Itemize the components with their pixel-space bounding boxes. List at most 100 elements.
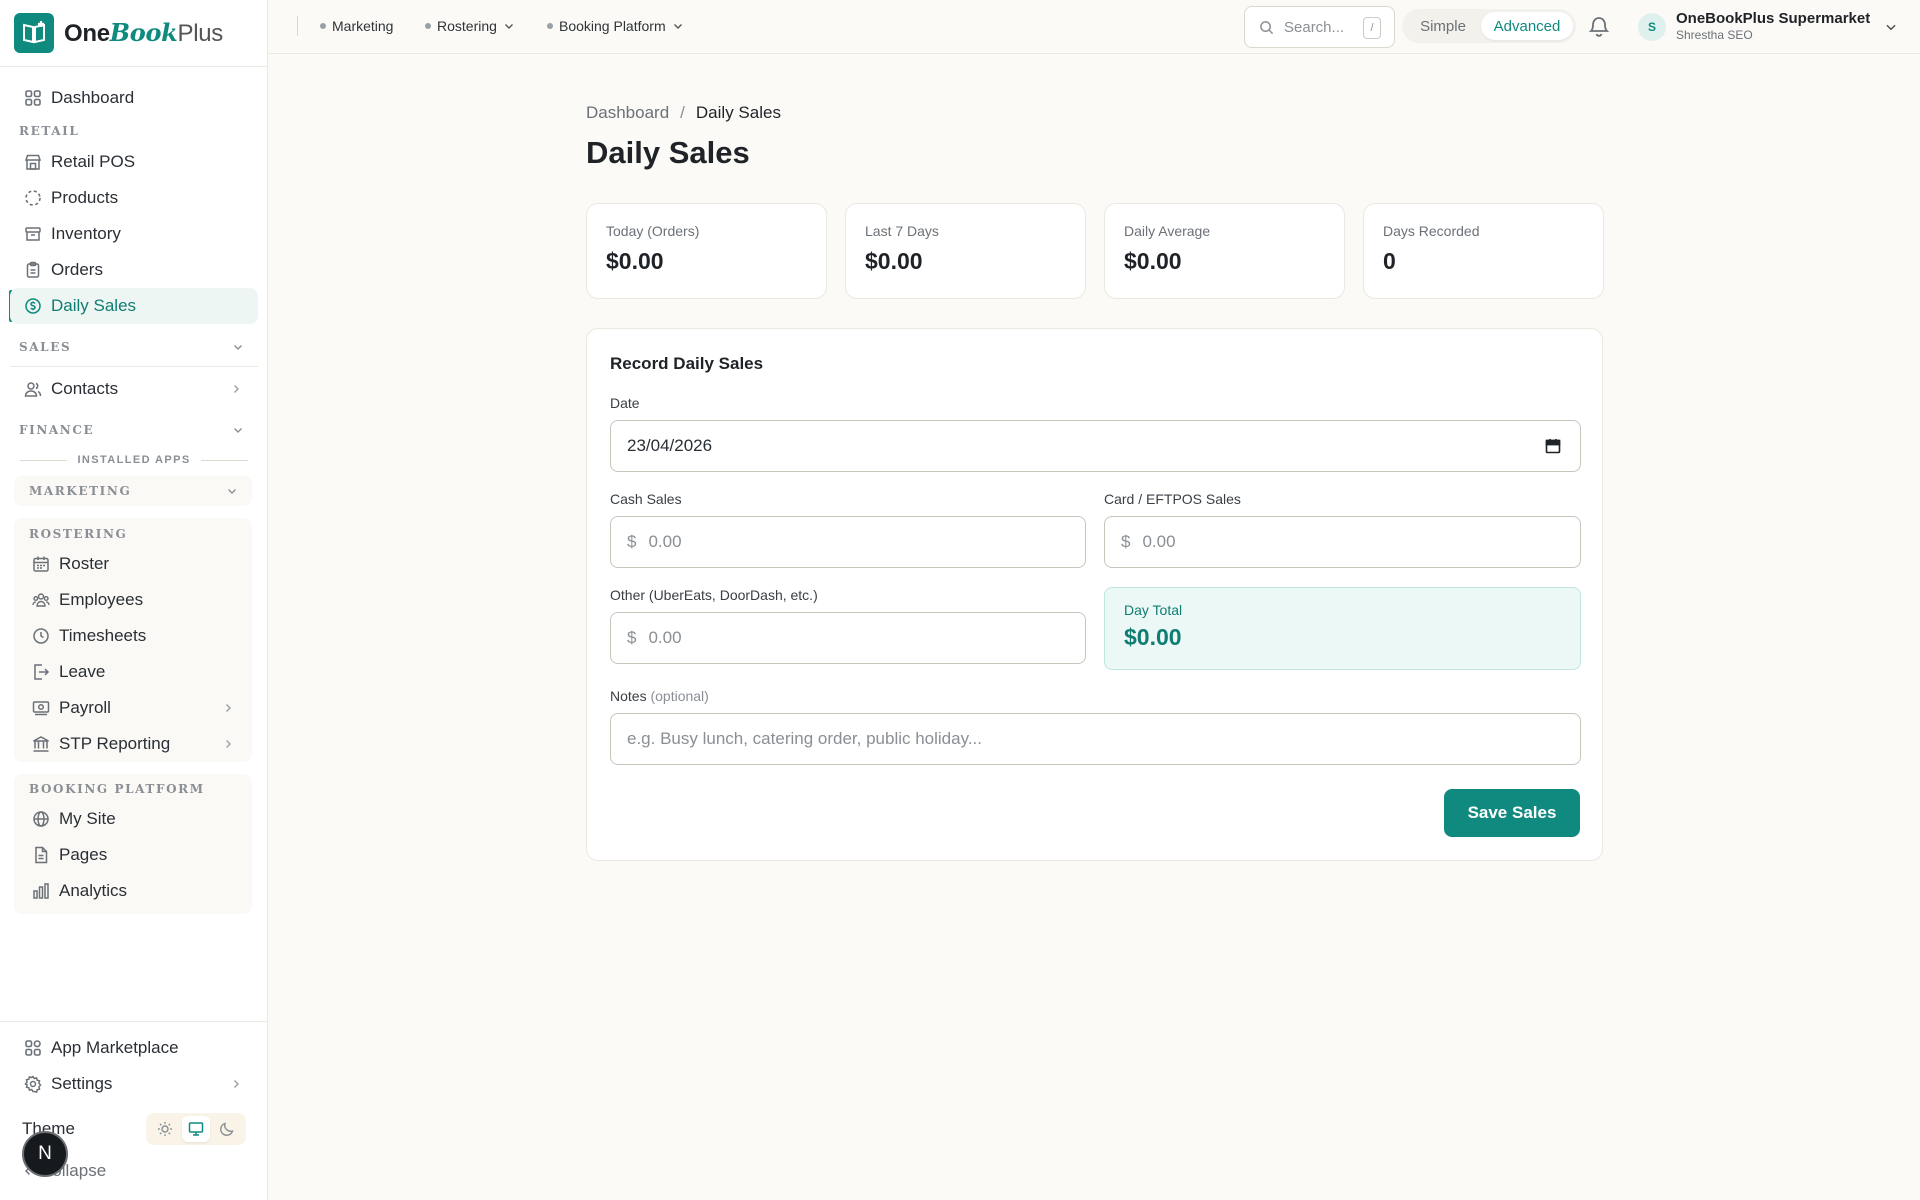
mode-advanced-button[interactable]: Advanced (1481, 12, 1573, 40)
chevron-down-icon (232, 424, 244, 436)
topnav-rostering[interactable]: Rostering (425, 0, 515, 52)
sidebar-item-label: My Site (59, 809, 116, 828)
card-sales-input[interactable]: $ 0.00 (1104, 516, 1581, 568)
sidebar-item-contacts[interactable]: Contacts (10, 371, 258, 407)
mode-simple-button[interactable]: Simple (1405, 12, 1481, 40)
notes-input[interactable]: e.g. Busy lunch, catering order, public … (610, 713, 1581, 765)
sidebar-item-products[interactable]: Products (10, 180, 258, 216)
sidebar-item-dashboard[interactable]: Dashboard (10, 80, 258, 116)
form-title: Record Daily Sales (610, 354, 764, 373)
sidebar-item-settings[interactable]: Settings (10, 1066, 258, 1102)
logo[interactable]: OneBookPlus (0, 0, 267, 67)
products-dashed-circle-icon (23, 188, 43, 208)
monitor-icon[interactable] (181, 1116, 210, 1142)
installed-apps-divider: INSTALLED APPS (20, 452, 249, 468)
stat-card-today: Today (Orders) $0.00 (586, 203, 827, 299)
card-sales-label: Card / EFTPOS Sales (1104, 491, 1241, 507)
sidebar-item-roster[interactable]: Roster (14, 546, 252, 582)
avatar: S (1638, 13, 1666, 41)
sidebar-item-daily-sales[interactable]: Daily Sales (10, 288, 258, 324)
save-sales-button[interactable]: Save Sales (1444, 789, 1580, 837)
bell-icon[interactable] (1583, 10, 1615, 42)
notes-placeholder: e.g. Busy lunch, catering order, public … (627, 729, 982, 748)
day-total-value: $0.00 (1124, 624, 1182, 650)
section-toggle-finance[interactable]: FINANCE (10, 415, 258, 445)
breadcrumb-separator: / (680, 103, 685, 122)
currency-symbol: $ (627, 532, 637, 551)
theme-toggle (146, 1113, 246, 1145)
sidebar-item-label: Products (51, 188, 119, 207)
stat-card-daily-average: Daily Average $0.00 (1104, 203, 1345, 299)
other-sales-input[interactable]: $ 0.00 (610, 612, 1086, 664)
sidebar-item-app-marketplace[interactable]: App Marketplace (10, 1030, 258, 1066)
stat-card-last-7-days: Last 7 Days $0.00 (845, 203, 1086, 299)
topnav-marketing[interactable]: Marketing (320, 0, 393, 52)
clipboard-icon (23, 260, 43, 280)
user-name: OneBookPlus Supermarket (1676, 10, 1871, 27)
calendar-picker-icon[interactable] (1544, 437, 1562, 455)
sidebar-item-inventory[interactable]: Inventory (10, 216, 258, 252)
chevron-down-icon (232, 341, 244, 353)
user-menu[interactable]: S OneBookPlus Supermarket Shrestha SEO (1638, 6, 1898, 48)
stat-label: Today (Orders) (606, 223, 700, 239)
breadcrumb: Dashboard / Daily Sales (586, 103, 781, 123)
user-info: OneBookPlus Supermarket Shrestha SEO (1676, 11, 1870, 43)
stat-value: $0.00 (606, 248, 664, 274)
sidebar: OneBookPlus Dashboard RETAIL Retail POS … (0, 0, 268, 1200)
sidebar-item-label: Inventory (51, 224, 121, 243)
sidebar-item-leave[interactable]: Leave (14, 654, 252, 690)
section-label-marketing: MARKETING (29, 484, 132, 498)
cash-sales-input[interactable]: $ 0.00 (610, 516, 1086, 568)
chevron-right-icon (230, 383, 242, 395)
users-icon (23, 379, 43, 399)
sidebar-item-stp-reporting[interactable]: STP Reporting (14, 726, 252, 762)
sidebar-item-retail-pos[interactable]: Retail POS (10, 144, 258, 180)
search-icon (1259, 20, 1274, 35)
day-total-label: Day Total (1124, 602, 1183, 618)
globe-icon (31, 809, 51, 829)
user-role: Shrestha SEO (1676, 28, 1753, 42)
topnav-label: Booking Platform (559, 18, 666, 34)
stat-value: $0.00 (865, 248, 923, 274)
section-toggle-sales[interactable]: SALES (10, 332, 258, 362)
sidebar-item-label: Roster (59, 554, 110, 573)
dot-icon (320, 23, 326, 29)
sidebar-item-label: Payroll (59, 698, 111, 717)
sidebar-item-timesheets[interactable]: Timesheets (14, 618, 252, 654)
date-field[interactable]: 23/04/2026 (610, 420, 1581, 472)
bar-chart-icon (31, 881, 51, 901)
topnav-booking-platform[interactable]: Booking Platform (547, 0, 684, 52)
topbar: Marketing Rostering Booking Platform Sea… (268, 0, 1920, 54)
breadcrumb-link-dashboard[interactable]: Dashboard (586, 103, 669, 123)
notes-label-text: Notes (610, 688, 647, 704)
sidebar-item-employees[interactable]: Employees (14, 582, 252, 618)
search-input[interactable]: Search... / (1244, 6, 1395, 48)
sidebar-item-payroll[interactable]: Payroll (14, 690, 252, 726)
breadcrumb-current: Daily Sales (695, 103, 781, 122)
exit-door-icon (31, 662, 51, 682)
sidebar-item-label: Dashboard (51, 88, 135, 107)
sidebar-item-analytics[interactable]: Analytics (14, 873, 252, 909)
section-label-finance: FINANCE (19, 423, 95, 437)
sun-icon[interactable] (151, 1116, 179, 1142)
sidebar-item-label: Orders (51, 260, 103, 279)
stat-label: Last 7 Days (865, 223, 939, 239)
sidebar-item-pages[interactable]: Pages (14, 837, 252, 873)
section-toggle-marketing[interactable]: MARKETING (14, 476, 252, 506)
sidebar-item-orders[interactable]: Orders (10, 252, 258, 288)
stat-label: Days Recorded (1383, 223, 1480, 239)
moon-icon[interactable] (213, 1116, 241, 1142)
currency-symbol: $ (627, 628, 637, 647)
payroll-money-icon (31, 698, 51, 718)
sidebar-item-label: Analytics (59, 881, 128, 900)
chevron-down-icon (1884, 20, 1898, 34)
team-icon (31, 590, 51, 610)
amount-placeholder: 0.00 (648, 628, 682, 647)
apps-grid-icon (23, 1038, 43, 1058)
sidebar-footer-divider (0, 1021, 268, 1022)
sidebar-item-my-site[interactable]: My Site (14, 801, 252, 837)
divider (10, 366, 258, 367)
stat-card-days-recorded: Days Recorded 0 (1363, 203, 1604, 299)
notes-optional-hint: (optional) (650, 688, 709, 704)
notification-avatar-badge[interactable]: N (22, 1131, 68, 1177)
